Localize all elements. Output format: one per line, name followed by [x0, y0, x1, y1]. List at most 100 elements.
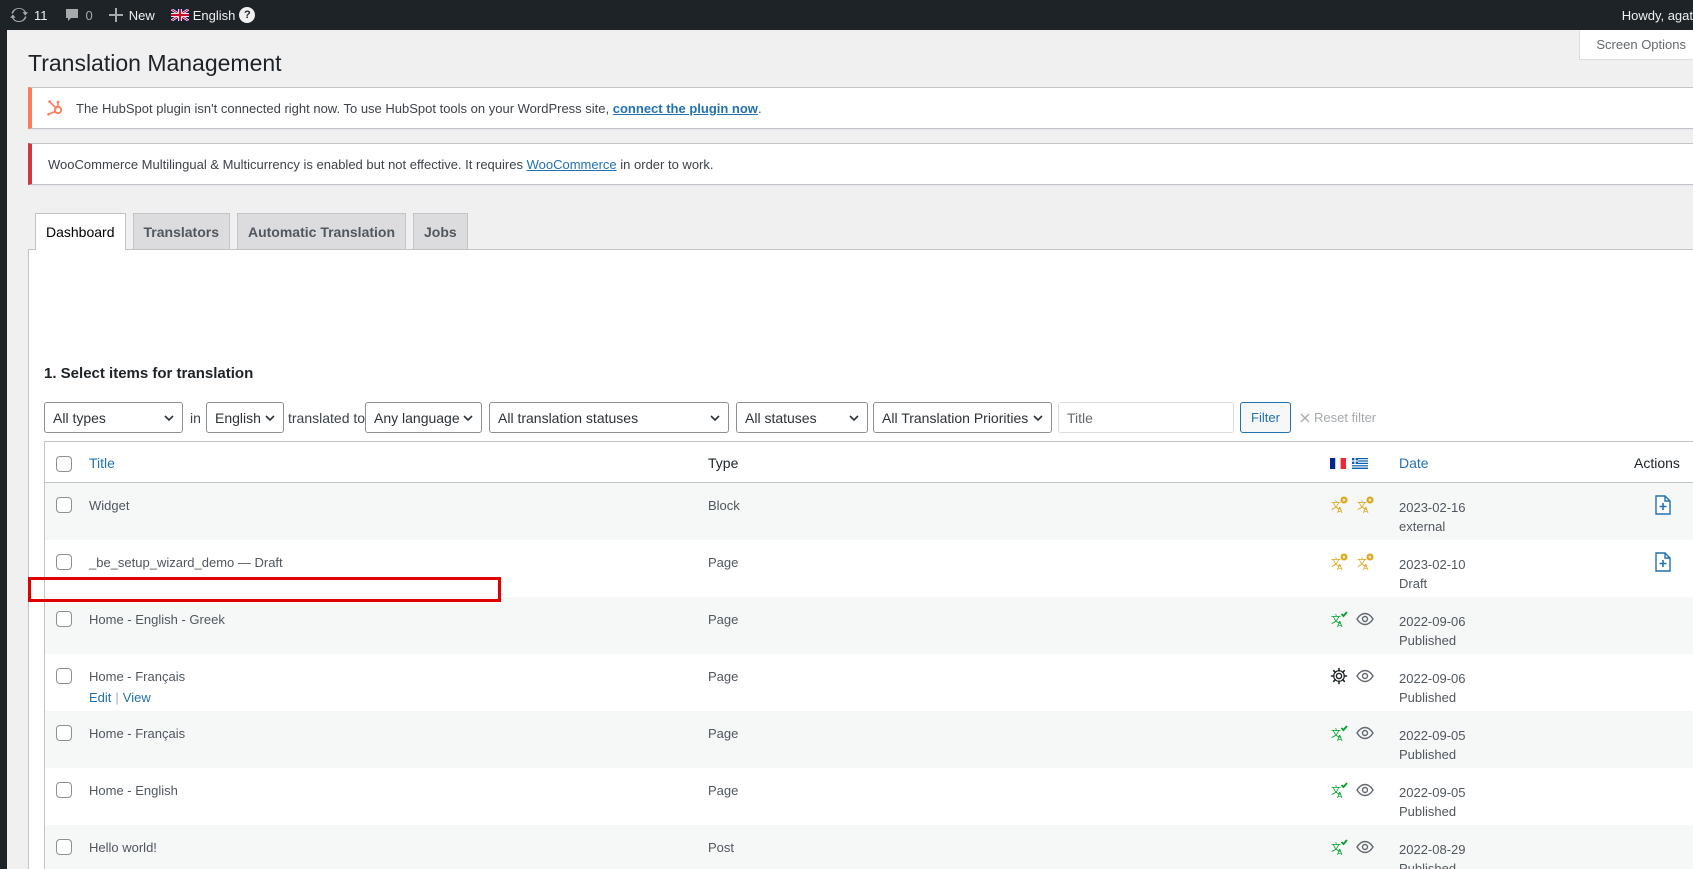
table-row: Home - English - Greek Page 文 A 2022-09-06 Pu… — [45, 597, 1693, 654]
add-to-basket-icon[interactable] — [1654, 495, 1672, 518]
title-column-header[interactable]: Title — [89, 455, 115, 471]
greek-flag-icon — [1352, 456, 1368, 469]
row-date-value: 2022-08-29 — [1399, 842, 1466, 857]
connect-plugin-link[interactable]: connect the plugin now — [613, 101, 758, 116]
view-icon[interactable] — [1356, 724, 1374, 742]
row-type: Post — [708, 840, 735, 855]
svg-text:A: A — [1363, 563, 1369, 571]
svg-text:A: A — [1337, 848, 1343, 856]
row-post-status: Published — [1399, 690, 1457, 705]
language-flags-header — [1330, 456, 1368, 469]
type-select[interactable]: All types — [44, 402, 183, 433]
row-title[interactable]: Home - English — [89, 783, 178, 798]
date-column-header[interactable]: Date — [1399, 455, 1429, 471]
comments-menu[interactable]: 0 — [56, 0, 101, 30]
highlight-annotation-box — [28, 577, 501, 602]
row-checkbox[interactable] — [56, 839, 72, 855]
view-icon[interactable] — [1356, 781, 1374, 799]
row-date: 2022-09-05 Published — [1399, 783, 1466, 821]
woocommerce-link[interactable]: WooCommerce — [527, 157, 617, 172]
chevron-down-icon — [164, 413, 174, 423]
tab-jobs[interactable]: Jobs — [413, 213, 468, 249]
needs-translation-icon[interactable]: 文A — [1356, 553, 1374, 571]
new-content-menu[interactable]: New — [101, 0, 163, 30]
translated-icon[interactable]: 文A — [1330, 781, 1348, 799]
translated-icon[interactable]: 文A — [1330, 838, 1348, 856]
account-menu[interactable]: Howdy, agat — [1622, 0, 1693, 30]
translation-items-table: Title Type Date Actions Widget Block 文 A 文 A 2… — [44, 441, 1693, 869]
row-type: Page — [708, 726, 739, 741]
needs-translation-icon[interactable]: 文A — [1330, 553, 1348, 571]
row-checkbox[interactable] — [56, 725, 72, 741]
title-search-input[interactable] — [1058, 402, 1234, 433]
comment-icon — [64, 7, 80, 23]
svg-text:A: A — [1337, 506, 1343, 514]
row-title[interactable]: Widget — [89, 498, 129, 513]
row-translation-status-icons: 文A — [1330, 724, 1374, 742]
actions-column-header: Actions — [1634, 455, 1680, 471]
row-title[interactable]: Home - Français — [89, 726, 185, 741]
needs-translation-icon[interactable]: 文A — [1330, 496, 1348, 514]
source-language-select[interactable]: English — [206, 402, 284, 433]
woo-notice-end: in order to work. — [620, 156, 714, 172]
reset-filter-link[interactable]: Reset filter — [1300, 410, 1376, 425]
screen-options-button[interactable]: Screen Options — [1579, 30, 1693, 60]
row-type: Block — [708, 498, 740, 513]
translation-status-select[interactable]: All translation statuses — [489, 402, 729, 433]
row-translation-status-icons: 文A — [1330, 610, 1374, 628]
row-checkbox[interactable] — [56, 497, 72, 513]
row-checkbox[interactable] — [56, 611, 72, 627]
help-icon[interactable]: ? — [239, 7, 256, 23]
updates-count: 11 — [34, 7, 48, 23]
view-icon[interactable] — [1356, 838, 1374, 856]
row-date-value: 2022-09-05 — [1399, 785, 1466, 800]
chevron-down-icon — [265, 413, 275, 423]
view-icon[interactable] — [1356, 667, 1374, 685]
view-link[interactable]: View — [123, 690, 151, 705]
row-translation-status-icons — [1330, 667, 1374, 685]
translated-to-label: translated to — [288, 410, 366, 426]
row-title[interactable]: Home - Français — [89, 669, 185, 684]
row-checkbox[interactable] — [56, 554, 72, 570]
row-translation-status-icons: 文A — [1330, 781, 1374, 799]
table-row: Home - Français Page 文 A 2022-09-05 Published — [45, 711, 1693, 768]
language-switcher[interactable]: English ? — [163, 0, 264, 30]
translated-icon[interactable]: 文A — [1330, 724, 1348, 742]
hubspot-notice: The HubSpot plugin isn't connected right… — [28, 87, 1693, 129]
tab-automatic-translation[interactable]: Automatic Translation — [236, 213, 407, 249]
row-date-value: 2022-09-05 — [1399, 728, 1466, 743]
svg-text:A: A — [1337, 734, 1343, 742]
row-post-status: Published — [1399, 747, 1457, 762]
add-to-basket-icon[interactable] — [1654, 552, 1672, 575]
row-post-status: Draft — [1399, 576, 1428, 591]
view-icon[interactable] — [1356, 610, 1374, 628]
select-all-checkbox[interactable] — [56, 456, 72, 472]
row-title[interactable]: Home - English - Greek — [89, 612, 225, 627]
updates-menu[interactable]: 11 — [0, 0, 56, 30]
tab-translators[interactable]: Translators — [132, 213, 230, 249]
table-row: Home - English Page 文 A 2022-09-05 Published — [45, 768, 1693, 825]
row-checkbox[interactable] — [56, 782, 72, 798]
status-select[interactable]: All statuses — [736, 402, 868, 433]
row-post-status: Published — [1399, 861, 1457, 869]
translated-icon[interactable]: 文A — [1330, 610, 1348, 628]
uk-flag-icon — [170, 9, 189, 21]
filter-button[interactable]: Filter — [1240, 402, 1291, 433]
row-checkbox[interactable] — [56, 668, 72, 684]
row-title[interactable]: _be_setup_wizard_demo — Draft — [89, 555, 283, 570]
tab-dashboard[interactable]: Dashboard — [35, 213, 126, 250]
target-language-select[interactable]: Any language — [365, 402, 482, 433]
close-icon — [1300, 413, 1310, 423]
row-date: 2022-09-05 Published — [1399, 726, 1466, 764]
settings-gear-icon[interactable] — [1330, 667, 1348, 685]
row-translation-status-icons: 文A 文A — [1330, 553, 1374, 571]
row-type: Page — [708, 555, 739, 570]
row-date: 2022-09-06 Published — [1399, 669, 1466, 707]
target-language-value: Any language — [374, 409, 460, 426]
row-title[interactable]: Hello world! — [89, 840, 157, 855]
edit-link[interactable]: Edit — [89, 690, 111, 705]
reset-filter-label: Reset filter — [1314, 410, 1377, 425]
chevron-down-icon — [710, 413, 720, 423]
needs-translation-icon[interactable]: 文A — [1356, 496, 1374, 514]
priority-select[interactable]: All Translation Priorities — [873, 402, 1052, 433]
